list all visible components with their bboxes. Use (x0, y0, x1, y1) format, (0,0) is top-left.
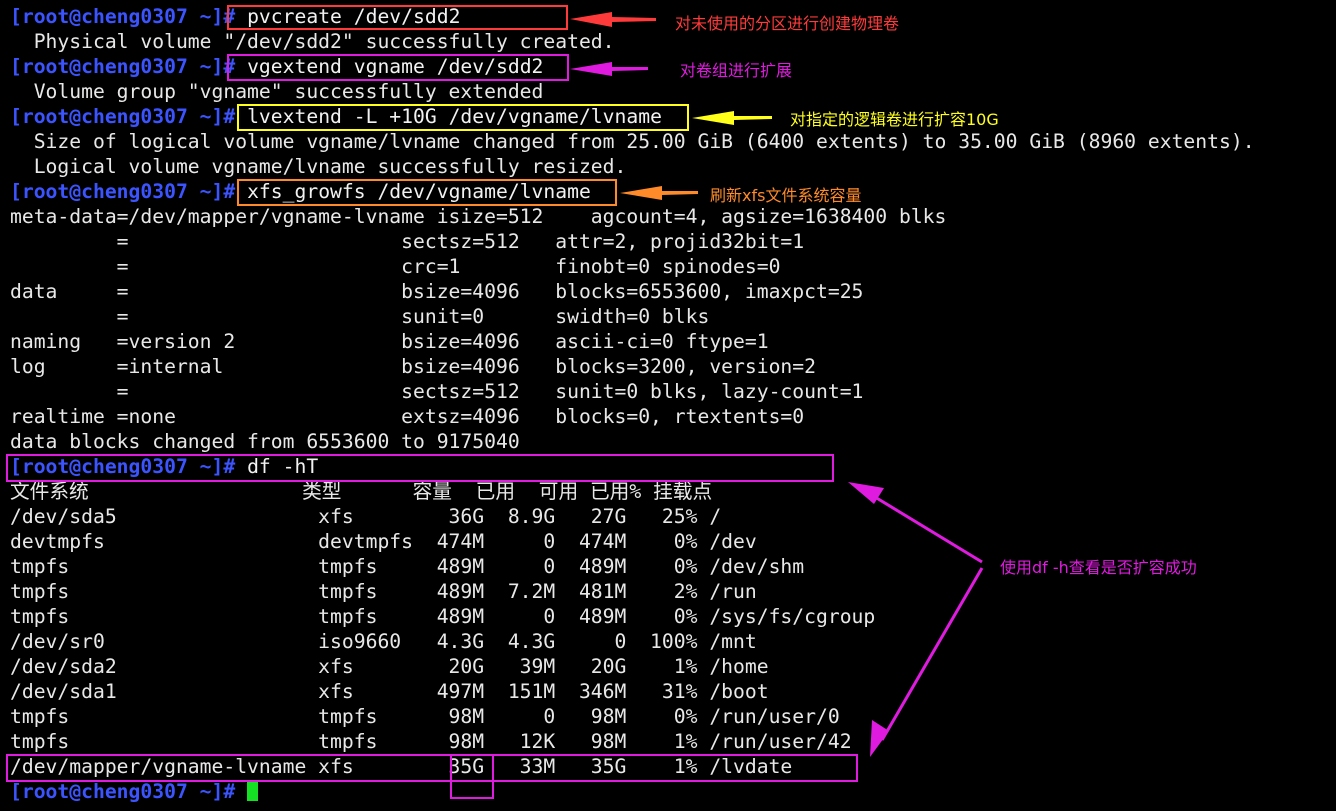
output-line: data = bsize=4096 blocks=6553600, imaxpc… (10, 280, 864, 303)
output-line: Logical volume vgname/lvname successfull… (10, 155, 627, 178)
note-vgextend: 对卷组进行扩展 (680, 61, 793, 80)
output-line: tmpfs tmpfs 98M 12K 98M 1% /run/user/42 (10, 730, 852, 753)
output-line: Size of logical volume vgname/lvname cha… (10, 130, 1255, 153)
shell-prompt: [root@cheng0307 ~]# (10, 55, 236, 78)
highlight-box-vgextend (227, 54, 569, 81)
highlight-box-xfs-growfs (237, 179, 617, 206)
output-line: tmpfs tmpfs 489M 0 489M 0% /dev/shm (10, 555, 805, 578)
note-pvcreate: 对未使用的分区进行创建物理卷 (675, 14, 900, 33)
highlight-box-lvname-row (6, 754, 858, 782)
output-line: tmpfs tmpfs 489M 0 489M 0% /sys/fs/cgrou… (10, 605, 876, 628)
output-line: /dev/sda5 xfs 36G 8.9G 27G 25% / (10, 505, 722, 528)
output-line: /dev/sda2 xfs 20G 39M 20G 1% /home (10, 655, 769, 678)
highlight-box-pvcreate (227, 5, 568, 30)
output-line: tmpfs tmpfs 489M 7.2M 481M 2% /run (10, 580, 757, 603)
output-line: log =internal bsize=4096 blocks=3200, ve… (10, 355, 816, 378)
command-line: [root@cheng0307 ~]# (10, 779, 259, 804)
output-line: data blocks changed from 6553600 to 9175… (10, 430, 520, 453)
highlight-box-35g (450, 754, 494, 799)
note-lvextend: 对指定的逻辑卷进行扩容10G (790, 110, 999, 129)
note-df: 使用df -h查看是否扩容成功 (1000, 558, 1197, 577)
output-line: /dev/sda1 xfs 497M 151M 346M 31% /boot (10, 680, 769, 703)
command-text (235, 780, 247, 803)
shell-prompt: [root@cheng0307 ~]# (10, 780, 236, 803)
output-line: tmpfs tmpfs 98M 0 98M 0% /run/user/0 (10, 705, 840, 728)
output-line: 文件系统 类型 容量 已用 可用 已用% 挂载点 (10, 480, 713, 503)
shell-prompt: [root@cheng0307 ~]# (10, 180, 236, 203)
output-line: realtime =none extsz=4096 blocks=0, rtex… (10, 405, 805, 428)
output-line: = sectsz=512 attr=2, projid32bit=1 (10, 230, 805, 253)
shell-prompt: [root@cheng0307 ~]# (10, 5, 236, 28)
output-line: devtmpfs devtmpfs 474M 0 474M 0% /dev (10, 530, 757, 553)
output-line: = sunit=0 swidth=0 blks (10, 305, 710, 328)
output-line: naming =version 2 bsize=4096 ascii-ci=0 … (10, 330, 769, 353)
output-line: /dev/sr0 iso9660 4.3G 4.3G 0 100% /mnt (10, 630, 757, 653)
highlight-box-df (6, 454, 834, 482)
output-line: Physical volume "/dev/sdd2" successfully… (10, 30, 615, 53)
output-line: = crc=1 finobt=0 spinodes=0 (10, 255, 781, 278)
text-cursor[interactable] (247, 782, 259, 801)
output-line: meta-data=/dev/mapper/vgname-lvname isiz… (10, 205, 947, 228)
shell-prompt: [root@cheng0307 ~]# (10, 105, 236, 128)
highlight-box-lvextend (237, 104, 689, 131)
note-xfs-growfs: 刷新xfs文件系统容量 (710, 186, 862, 205)
output-line: Volume group "vgname" successfully exten… (10, 80, 544, 103)
output-line: = sectsz=512 sunit=0 blks, lazy-count=1 (10, 380, 864, 403)
